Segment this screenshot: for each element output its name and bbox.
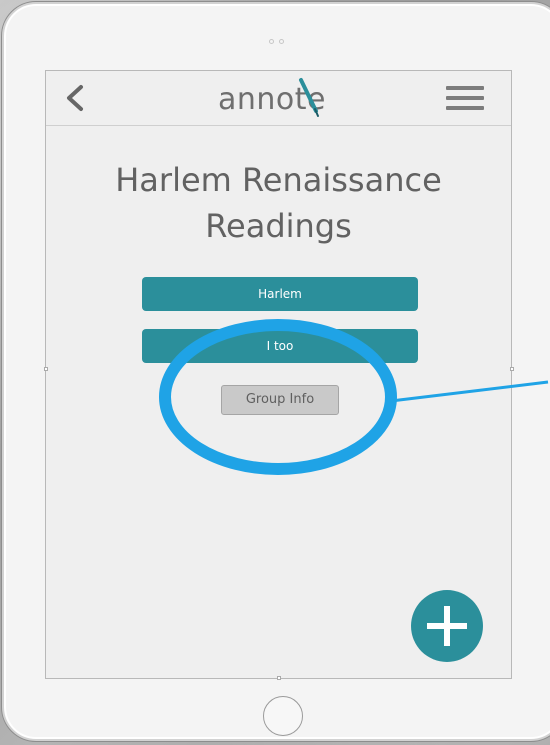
menu-line-top xyxy=(446,86,484,90)
menu-line-middle xyxy=(446,96,484,100)
resize-handle-left xyxy=(44,367,48,371)
chevron-left-icon xyxy=(67,85,83,111)
reading-button-harlem[interactable]: Harlem xyxy=(142,277,418,311)
menu-button[interactable] xyxy=(446,86,486,112)
reading-button-i-too[interactable]: I too xyxy=(142,329,418,363)
app-logo: annote xyxy=(218,77,358,119)
page-title-line-1: Harlem Renaissance xyxy=(115,161,442,199)
resize-handle-bottom xyxy=(277,676,281,680)
front-camera xyxy=(266,38,292,46)
top-navigation-bar: annote xyxy=(46,71,511,126)
menu-line-bottom xyxy=(446,106,484,110)
plus-icon-horizontal xyxy=(427,623,467,629)
back-button[interactable] xyxy=(60,82,90,114)
page-title-line-2: Readings xyxy=(205,207,352,245)
app-screen: annote Harlem Renaissance Readings Harle… xyxy=(45,70,512,679)
pen-icon xyxy=(299,78,319,117)
resize-handle-right xyxy=(510,367,514,371)
add-button[interactable] xyxy=(411,590,483,662)
page-title: Harlem Renaissance Readings xyxy=(46,157,511,249)
home-button[interactable] xyxy=(263,696,303,736)
group-info-button[interactable]: Group Info xyxy=(221,385,339,415)
